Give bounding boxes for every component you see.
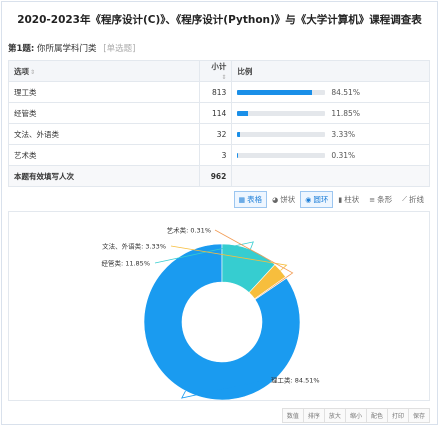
- stats-table: 选项⇕ 小计⇕ 比例 理工类 813 84.51% 经管类 114 11.85%…: [7, 60, 430, 187]
- chart-type-bar-button[interactable]: ≡ 条形: [364, 191, 397, 208]
- print-button[interactable]: 打印: [386, 408, 409, 423]
- page-title: 2020-2023年《程序设计(C)》、《程序设计(Python)》与《大学计算…: [17, 14, 422, 26]
- row-percent: 0.31%: [331, 150, 356, 160]
- zoom-out-button[interactable]: 缩小: [344, 408, 367, 423]
- row-count: 114: [199, 102, 233, 124]
- chart-type-pie-button[interactable]: ◕ 饼状: [267, 191, 300, 208]
- data-label: 经管类: 11.85%: [101, 259, 150, 268]
- total-count: 962: [199, 165, 233, 187]
- data-label: 文法、外语类: 3.33%: [102, 242, 166, 251]
- row-ratio: 3.33%: [231, 123, 430, 145]
- header-option[interactable]: 选项⇕: [7, 60, 201, 82]
- color-scheme-button[interactable]: 配色: [365, 408, 388, 423]
- save-button[interactable]: 保存: [407, 408, 430, 423]
- table-row: 经管类 114 11.85%: [7, 102, 430, 124]
- chart-type-toolbar: ▦ 表格 ◕ 饼状 ◉ 圆环 ▮ 柱状 ≡ 条形 ⟋ 折线: [233, 191, 429, 208]
- data-label: 理工类: 84.51%: [271, 376, 320, 385]
- zoom-in-button[interactable]: 放大: [323, 408, 346, 423]
- row-label: 经管类: [7, 102, 201, 124]
- pie-icon: ◕: [272, 195, 279, 204]
- row-ratio: 0.31%: [231, 144, 430, 166]
- table-row: 艺术类 3 0.31%: [7, 144, 430, 166]
- sort-icon[interactable]: ⇕: [30, 69, 35, 76]
- row-label: 文法、外语类: [7, 123, 201, 145]
- header-ratio: 比例: [231, 60, 430, 82]
- chart-type-label: 圆环: [313, 195, 329, 204]
- progress-bar-fill: [237, 110, 248, 116]
- row-count: 32: [199, 123, 233, 145]
- chart-type-label: 柱状: [344, 195, 360, 204]
- chart-type-table-button[interactable]: ▦ 表格: [233, 191, 268, 208]
- row-label: 理工类: [7, 81, 201, 103]
- chart-type-label: 条形: [377, 195, 393, 204]
- question-text: 你所属学科门类: [37, 44, 97, 54]
- row-count: 813: [199, 81, 233, 103]
- row-label: 艺术类: [7, 144, 201, 166]
- bottom-action-bar: 数值 排序 放大 缩小 配色 打印 保存: [281, 408, 430, 423]
- progress-bar: [237, 131, 326, 137]
- row-percent: 84.51%: [331, 87, 360, 97]
- donut-chart: 理工类: 84.51% 经管类: 11.85% 文法、外语类: 3.33%艺术类: …: [101, 226, 320, 401]
- progress-bar-fill: [237, 131, 241, 137]
- row-percent: 11.85%: [331, 108, 360, 118]
- chart-type-label: 饼状: [280, 195, 296, 204]
- column-icon: ▮: [338, 195, 343, 204]
- question-header: 第1题: 你所属学科门类 [单选题]: [8, 42, 135, 54]
- total-empty: [231, 165, 430, 187]
- chart-type-column-button[interactable]: ▮ 柱状: [333, 191, 364, 208]
- line-icon: ⟋: [402, 195, 407, 203]
- table-header-row: 选项⇕ 小计⇕ 比例: [7, 60, 430, 82]
- question-number: 第1题:: [8, 44, 35, 54]
- total-label: 本题有效填写人次: [7, 165, 201, 187]
- table-row: 文法、外语类 32 3.33%: [7, 123, 430, 145]
- chart-type-label: 折线: [409, 195, 424, 204]
- sort-icon[interactable]: ⇕: [221, 74, 226, 81]
- header-count-label: 小计: [211, 62, 227, 71]
- row-ratio: 11.85%: [231, 102, 430, 124]
- data-label: 艺术类: 0.31%: [167, 226, 211, 235]
- header-count[interactable]: 小计 ⇕: [199, 60, 233, 82]
- progress-bar-fill: [237, 89, 312, 95]
- chart-type-donut-button[interactable]: ◉ 圆环: [300, 191, 334, 208]
- sort-button[interactable]: 排序: [302, 408, 325, 423]
- header-option-label: 选项: [14, 66, 29, 76]
- total-row: 本题有效填写人次 962: [7, 165, 430, 187]
- progress-bar: [237, 152, 326, 158]
- chart-type-label: 表格: [247, 195, 263, 204]
- table-row: 理工类 813 84.51%: [7, 81, 430, 103]
- row-percent: 3.33%: [331, 129, 356, 139]
- chart-type-line-button[interactable]: ⟋ 折线: [397, 191, 429, 208]
- row-ratio: 84.51%: [231, 81, 430, 103]
- values-button[interactable]: 数值: [281, 408, 304, 423]
- progress-bar: [237, 110, 326, 116]
- table-icon: ▦: [238, 195, 246, 204]
- question-type: [单选题]: [103, 44, 136, 54]
- header-ratio-label: 比例: [237, 66, 253, 76]
- donut-icon: ◉: [305, 195, 312, 204]
- chart-container: 理工类: 84.51% 经管类: 11.85% 文法、外语类: 3.33% 艺术类: …: [8, 211, 430, 401]
- bar-icon: ≡: [369, 195, 376, 204]
- row-count: 3: [199, 144, 233, 166]
- progress-bar: [237, 89, 326, 95]
